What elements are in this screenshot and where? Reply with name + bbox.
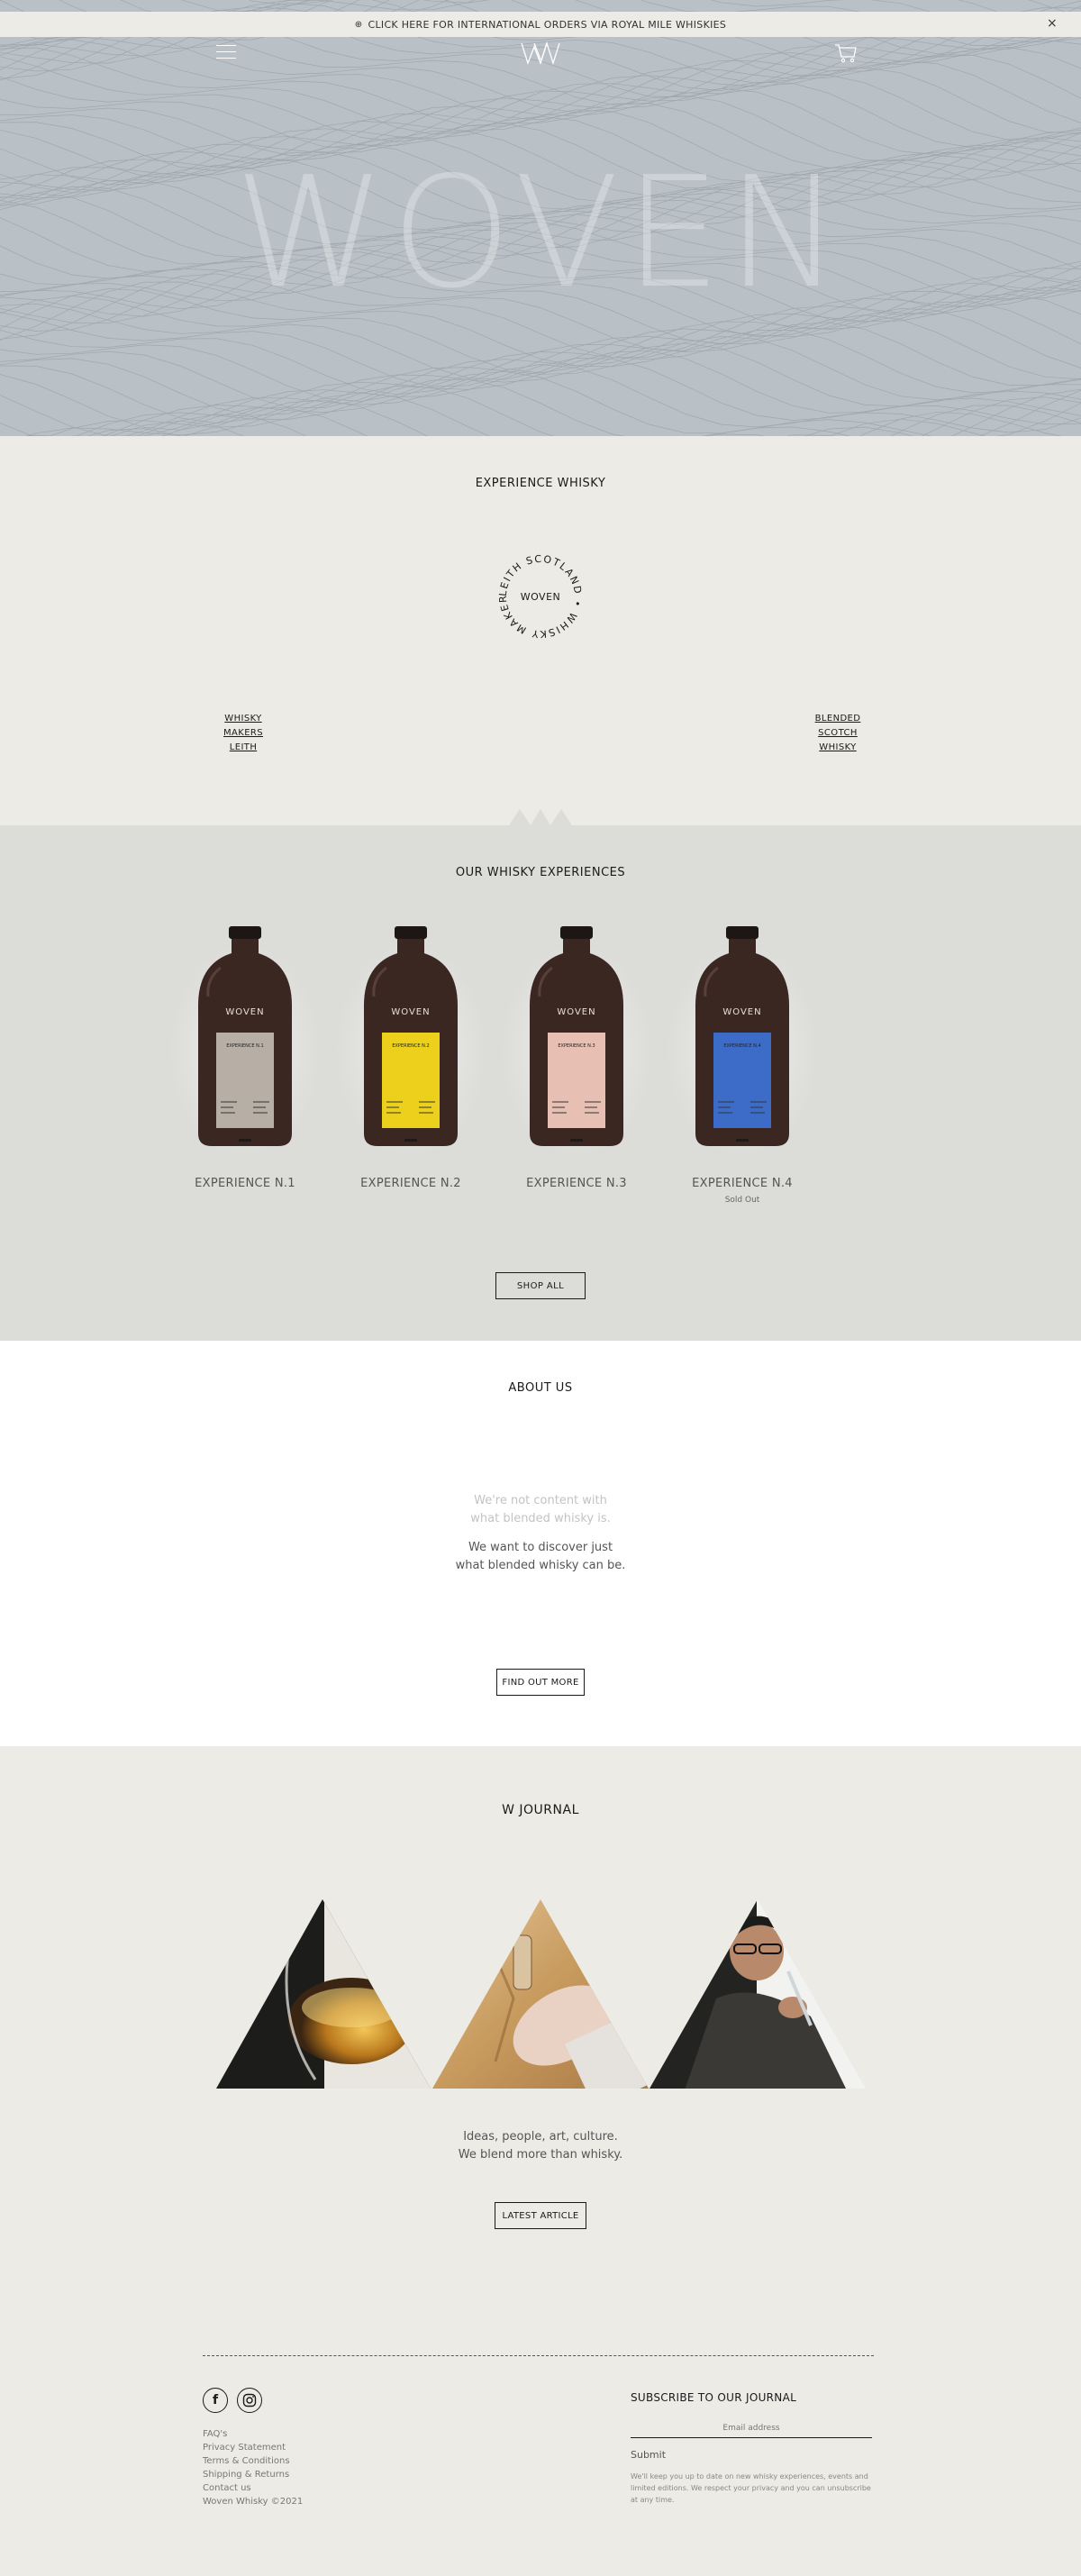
announcement-bar[interactable]: ⊕ CLICK HERE FOR INTERNATIONAL ORDERS VI… — [0, 12, 1081, 37]
journal-section: W JOURNAL Ideas, people, art, culture. W… — [0, 1746, 1081, 2576]
about-faded-line: We're not content with — [474, 1494, 607, 1507]
footer-link-terms[interactable]: Terms & Conditions — [203, 2454, 303, 2468]
hamburger-icon[interactable] — [216, 45, 236, 59]
journal-tagline-line: We blend more than whisky. — [458, 2148, 623, 2162]
journal-tagline: Ideas, people, art, culture. We blend mo… — [0, 2128, 1081, 2164]
about-title: ABOUT US — [508, 1381, 573, 1395]
footer-links: FAQ's Privacy Statement Terms & Conditio… — [203, 2427, 303, 2508]
bottle-brand: WOVEN — [225, 1007, 264, 1017]
bottle-image[interactable]: WOVEN EXPERIENCE N.2 — [334, 924, 487, 1159]
subscribe-note: We'll keep you up to date on new whisky … — [631, 2472, 871, 2504]
bottle-brand: WOVEN — [557, 1007, 595, 1017]
link-leith[interactable]: LEITH — [216, 741, 270, 755]
product-card[interactable]: WOVEN EXPERIENCE N.2 EXPERIENCE N.2 — [334, 924, 487, 1190]
footer-link-faq[interactable]: FAQ's — [203, 2427, 303, 2441]
social-links: f — [203, 2388, 262, 2413]
footer-link-contact[interactable]: Contact us — [203, 2481, 303, 2495]
logo[interactable] — [518, 40, 563, 67]
subscribe-title: SUBSCRIBE TO OUR JOURNAL — [631, 2391, 797, 2404]
experience-section: EXPERIENCE WHISKY LEITH SCOTLAND • WHISK… — [0, 436, 1081, 825]
announcement-text[interactable]: CLICK HERE FOR INTERNATIONAL ORDERS VIA … — [368, 19, 726, 31]
product-name[interactable]: EXPERIENCE N.4 — [666, 1177, 819, 1190]
products-section: OUR WHISKY EXPERIENCES WOVEN EXPERIENCE N… — [0, 825, 1081, 1341]
product-card[interactable]: WOVEN EXPERIENCE N.1 EXPERIENCE N.1 — [168, 924, 322, 1190]
product-status: Sold Out — [724, 1196, 760, 1205]
bottle-image[interactable]: WOVEN EXPERIENCE N.3 — [500, 924, 653, 1159]
bottle-brand: WOVEN — [722, 1007, 761, 1017]
bottle-label: EXPERIENCE N.1 — [226, 1043, 263, 1049]
email-field[interactable] — [631, 2418, 872, 2438]
copyright: Woven Whisky ©2021 — [203, 2497, 304, 2507]
hero: WOVEN ⊕ CLICK HERE FOR INTERNATIONAL ORD… — [0, 0, 1081, 436]
link-whisky[interactable]: WHISKY — [216, 712, 270, 726]
zigzag-divider — [509, 809, 572, 825]
journal-image-nosing[interactable] — [649, 1899, 867, 2090]
footer-link-privacy[interactable]: Privacy Statement — [203, 2441, 303, 2454]
footer-link-shipping[interactable]: Shipping & Returns — [203, 2468, 303, 2481]
bottle-brand: WOVEN — [391, 1007, 430, 1017]
product-name[interactable]: EXPERIENCE N.3 — [500, 1177, 653, 1190]
find-out-more-button[interactable]: FIND OUT MORE — [496, 1669, 585, 1696]
journal-image-whisky-glass[interactable] — [216, 1899, 432, 2090]
about-main-line: what blended whisky can be. — [455, 1559, 626, 1572]
cart-icon[interactable] — [834, 43, 858, 63]
instagram-icon[interactable] — [237, 2388, 262, 2413]
submit-button[interactable]: Submit — [631, 2449, 666, 2461]
bottle-image[interactable]: WOVEN EXPERIENCE N.4 — [666, 924, 819, 1159]
bottle-label: EXPERIENCE N.3 — [558, 1043, 595, 1049]
bottle-image[interactable]: WOVEN EXPERIENCE N.1 — [168, 924, 322, 1159]
ww-logo-icon — [521, 41, 560, 66]
about-main-line: We want to discover just — [468, 1541, 613, 1554]
footer-divider — [203, 2355, 874, 2356]
journal-triangle-images — [216, 1899, 867, 2090]
experience-title: EXPERIENCE WHISKY — [475, 477, 606, 490]
journal-tagline-line: Ideas, people, art, culture. — [463, 2130, 618, 2144]
product-name[interactable]: EXPERIENCE N.2 — [334, 1177, 487, 1190]
about-faded-text: We're not content with what blended whis… — [0, 1492, 1081, 1528]
products-title: OUR WHISKY EXPERIENCES — [455, 866, 626, 879]
product-name[interactable]: EXPERIENCE N.1 — [168, 1177, 322, 1190]
svg-text:WOVEN: WOVEN — [521, 591, 561, 603]
about-main-text: We want to discover just what blended wh… — [0, 1539, 1081, 1575]
left-links: WHISKY MAKERS LEITH — [216, 712, 270, 755]
link-whisky-right[interactable]: WHISKY — [811, 741, 865, 755]
right-links: BLENDED SCOTCH WHISKY — [811, 712, 865, 755]
link-scotch[interactable]: SCOTCH — [811, 726, 865, 741]
product-card[interactable]: WOVEN EXPERIENCE N.3 EXPERIENCE N.3 — [500, 924, 653, 1190]
bottle-label: EXPERIENCE N.2 — [392, 1043, 429, 1049]
about-faded-line: what blended whisky is. — [470, 1512, 611, 1525]
hero-wordmark: WOVEN — [234, 144, 847, 323]
journal-image-sampling[interactable] — [432, 1899, 668, 2090]
journal-title: W JOURNAL — [502, 1803, 579, 1817]
leith-scotland-badge: LEITH SCOTLAND • WHISKY MAKERS • WOVEN — [492, 548, 586, 642]
globe-icon: ⊕ — [354, 19, 363, 30]
shop-all-button[interactable]: SHOP ALL — [495, 1272, 586, 1299]
bottle-label: EXPERIENCE N.4 — [723, 1043, 760, 1049]
about-section: ABOUT US We're not content with what ble… — [0, 1341, 1081, 1762]
link-makers[interactable]: MAKERS — [216, 726, 270, 741]
facebook-icon[interactable]: f — [203, 2388, 228, 2413]
subscribe-form: SUBSCRIBE TO OUR JOURNAL Submit We'll ke… — [631, 2391, 874, 2506]
link-blended[interactable]: BLENDED — [811, 712, 865, 726]
latest-article-button[interactable]: LATEST ARTICLE — [495, 2202, 586, 2229]
product-card[interactable]: WOVEN EXPERIENCE N.4 EXPERIENCE N.4 Sold Ou… — [666, 924, 819, 1205]
close-icon[interactable]: × — [1047, 16, 1058, 31]
